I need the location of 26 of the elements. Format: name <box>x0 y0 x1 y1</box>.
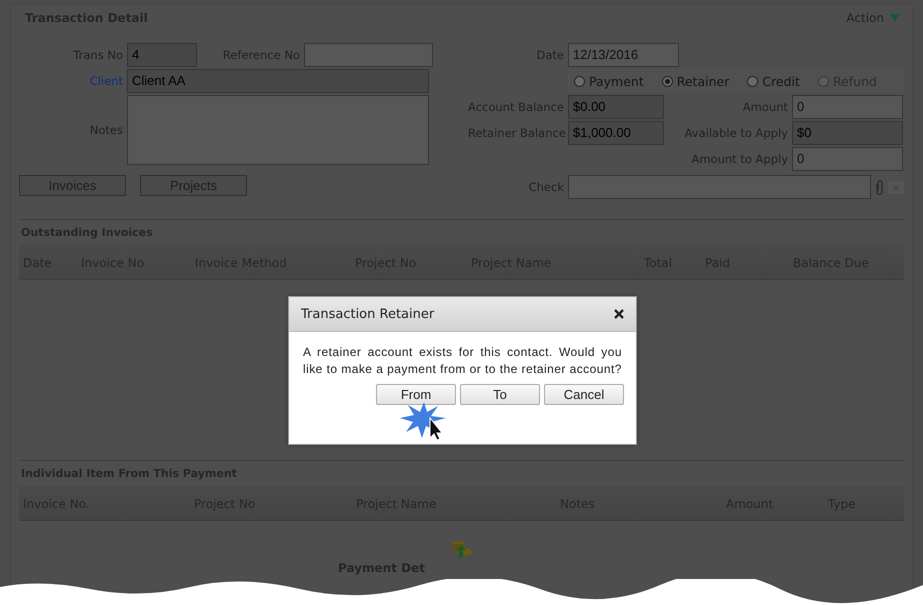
input-field[interactable]: 4 <box>127 43 197 67</box>
radio-icon[interactable] <box>747 76 758 86</box>
radio-option[interactable]: Credit <box>747 74 800 88</box>
dialog-button[interactable]: To <box>460 384 540 405</box>
amount-field[interactable]: $0 <box>792 121 903 145</box>
date-field[interactable]: 12/13/2016 <box>568 43 679 67</box>
input-field[interactable]: Client AA <box>127 69 429 93</box>
radio-option[interactable]: Payment <box>574 74 644 88</box>
dropdown-triangle-icon <box>890 14 900 22</box>
balance-field[interactable]: $0.00 <box>568 95 664 119</box>
dialog-message: A retainer account exists for this contact. Would you like to make a payment from or to the retainer account? <box>303 344 622 378</box>
balance-field[interactable]: $1,000.00 <box>568 121 664 145</box>
amount-field[interactable]: 0 <box>792 147 903 171</box>
dialog-title: Transaction Retainer <box>301 306 434 322</box>
dialog-button[interactable]: From <box>376 384 456 405</box>
dialog-button[interactable]: Cancel <box>544 384 624 405</box>
notes-field[interactable] <box>127 95 429 165</box>
client-link[interactable]: Client <box>19 74 123 88</box>
paperclip-icon[interactable] <box>875 180 884 194</box>
radio-icon[interactable] <box>574 76 585 86</box>
radio-icon[interactable] <box>662 76 673 86</box>
radio-option[interactable]: Retainer <box>662 74 730 88</box>
amount-field[interactable]: 0 <box>792 95 903 119</box>
check-field[interactable] <box>568 175 871 199</box>
input-field[interactable] <box>304 43 433 67</box>
close-icon[interactable] <box>614 309 624 319</box>
